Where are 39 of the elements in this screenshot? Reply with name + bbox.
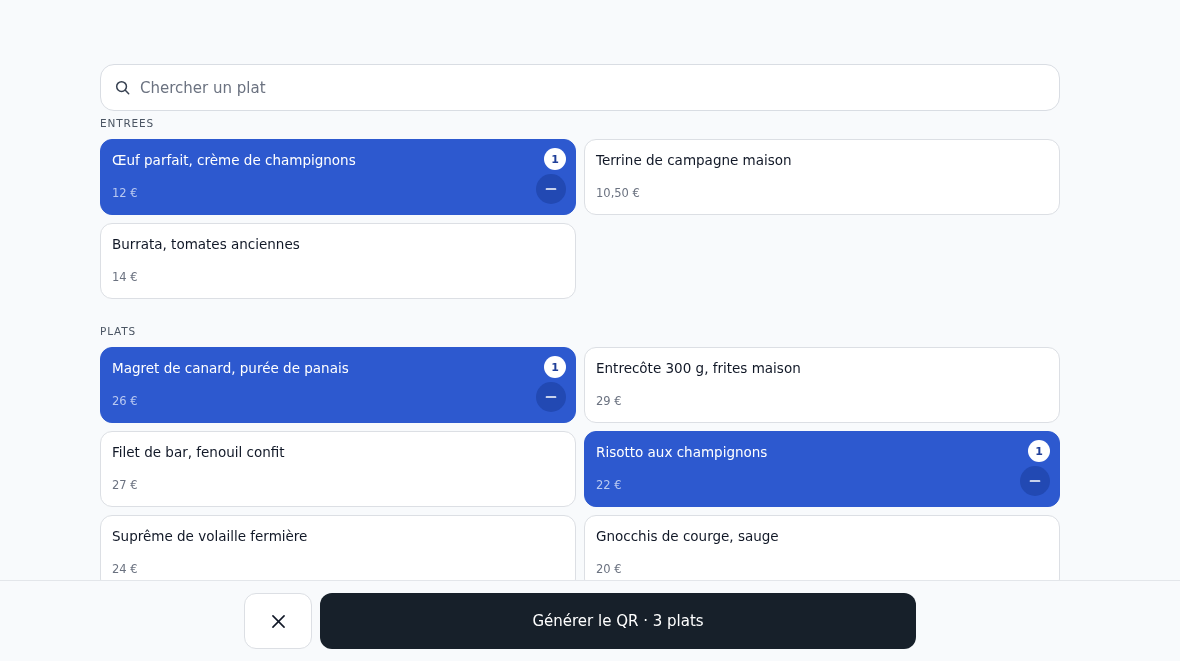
dish-card[interactable]: Suprême de volaille fermière 24 € bbox=[100, 515, 576, 580]
dish-price: 10,50 € bbox=[596, 186, 641, 200]
dish-card[interactable]: Œuf parfait, crème de champignons 12 € 1 bbox=[100, 139, 576, 215]
close-icon bbox=[271, 614, 285, 628]
dish-card[interactable]: Burrata, tomates anciennes 14 € bbox=[100, 223, 576, 299]
search-icon bbox=[115, 80, 130, 95]
dish-name: Terrine de campagne maison bbox=[596, 152, 792, 169]
quantity-badge: 1 bbox=[544, 148, 566, 170]
section-heading: PLATS bbox=[100, 325, 138, 338]
dish-card[interactable]: Entrecôte 300 g, frites maison 29 € bbox=[584, 347, 1060, 423]
dish-name: Filet de bar, fenouil confit bbox=[112, 444, 285, 461]
dish-name: Gnocchis de courge, sauge bbox=[596, 528, 779, 545]
dish-price: 27 € bbox=[112, 478, 139, 492]
quantity-badge: 1 bbox=[544, 356, 566, 378]
minus-icon[interactable] bbox=[536, 174, 566, 204]
dish-price: 14 € bbox=[112, 270, 139, 284]
dish-card[interactable]: Gnocchis de courge, sauge 20 € bbox=[584, 515, 1060, 580]
dish-name: Œuf parfait, crème de champignons bbox=[112, 152, 356, 169]
dish-price: 20 € bbox=[596, 562, 623, 576]
dish-price: 22 € bbox=[596, 478, 623, 492]
section-heading: ENTREES bbox=[100, 117, 155, 130]
dish-price: 12 € bbox=[112, 186, 139, 200]
generate-qr-button[interactable]: Générer le QR · 3 plats bbox=[320, 593, 916, 649]
dish-card[interactable]: Terrine de campagne maison 10,50 € bbox=[584, 139, 1060, 215]
dish-name: Entrecôte 300 g, frites maison bbox=[596, 360, 801, 377]
dish-name: Suprême de volaille fermière bbox=[112, 528, 308, 545]
dish-price: 24 € bbox=[112, 562, 139, 576]
dish-card[interactable]: Filet de bar, fenouil confit 27 € bbox=[100, 431, 576, 507]
minus-icon[interactable] bbox=[536, 382, 566, 412]
dish-card[interactable]: Risotto aux champignons 22 € 1 bbox=[584, 431, 1060, 507]
dish-name: Risotto aux champignons bbox=[596, 444, 768, 461]
dish-price: 29 € bbox=[596, 394, 623, 408]
minus-icon[interactable] bbox=[1020, 466, 1050, 496]
dish-card[interactable]: Magret de canard, purée de panais 26 € 1 bbox=[100, 347, 576, 423]
dish-price: 26 € bbox=[112, 394, 139, 408]
dish-name: Magret de canard, purée de panais bbox=[112, 360, 349, 377]
dish-name: Burrata, tomates anciennes bbox=[112, 236, 300, 253]
quantity-badge: 1 bbox=[1028, 440, 1050, 462]
search-field[interactable]: Chercher un plat bbox=[100, 64, 1060, 111]
